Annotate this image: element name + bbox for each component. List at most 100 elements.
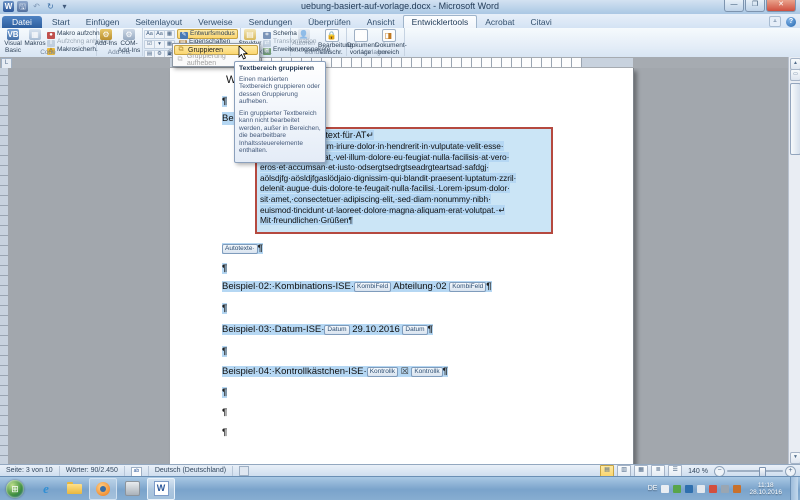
tray-language-indicator[interactable]: DE bbox=[648, 485, 658, 492]
tray-icon[interactable] bbox=[697, 485, 705, 493]
addins-icon: ⚙ bbox=[100, 29, 112, 40]
paragraph-mark: ¶ bbox=[222, 407, 227, 418]
textbox-line: sit·amet,·consectetuer·adipiscing·elit,·… bbox=[260, 194, 491, 204]
paragraph-mark: ¶ bbox=[486, 281, 491, 292]
checkbox-control[interactable]: ☒ bbox=[401, 365, 409, 378]
paragraph-mark: ¶ bbox=[258, 243, 263, 254]
datum-end-tag[interactable]: Datum bbox=[402, 325, 427, 335]
tray-icon[interactable] bbox=[661, 485, 669, 493]
tab-seitenlayout[interactable]: Seitenlayout bbox=[127, 16, 190, 28]
ruler-toggle-icon[interactable]: ▭ bbox=[790, 69, 800, 81]
vertical-scrollbar[interactable]: ▲ ▭ ▼ bbox=[788, 57, 800, 465]
ribbon-tab-row: Datei Start Einfügen Seitenlayout Verwei… bbox=[0, 14, 800, 28]
tray-icon[interactable] bbox=[673, 485, 681, 493]
taskbar-explorer-icon[interactable] bbox=[61, 479, 87, 499]
paragraph-mark: ¶ bbox=[222, 346, 227, 357]
addins-button[interactable]: ⚙ Add-Ins bbox=[94, 29, 118, 48]
tab-acrobat[interactable]: Acrobat bbox=[477, 16, 522, 28]
kontrollk-end-tag[interactable]: Kontrollk bbox=[411, 367, 442, 377]
spellcheck-indicator[interactable]: ab bbox=[125, 466, 149, 476]
tab-datei[interactable]: Datei bbox=[2, 16, 42, 28]
group-code: VB Visual Basic ▦ Makros ●Makro aufzchn.… bbox=[0, 28, 97, 56]
tab-ueberpruefen[interactable]: Überprüfen bbox=[300, 16, 359, 28]
structure-icon: ▤ bbox=[244, 29, 256, 40]
tab-einfuegen[interactable]: Einfügen bbox=[78, 16, 128, 28]
tray-icon[interactable] bbox=[721, 485, 729, 493]
datum-start-tag[interactable]: Datum bbox=[324, 325, 349, 335]
zoom-in-icon[interactable]: + bbox=[785, 466, 796, 477]
picture-control-icon[interactable]: ▦ bbox=[164, 30, 175, 39]
vertical-ruler[interactable] bbox=[0, 68, 8, 465]
page-indicator[interactable]: Seite: 3 von 10 bbox=[0, 466, 60, 476]
minimize-ribbon-icon[interactable] bbox=[769, 16, 781, 27]
kombifeld-end-tag[interactable]: KombiFeld bbox=[449, 282, 486, 292]
close-button[interactable]: ✕ bbox=[766, 0, 796, 12]
textbox-line: Mit·freundlichen·Grüßen¶ bbox=[260, 215, 353, 225]
taskbar-firefox-icon[interactable] bbox=[89, 478, 117, 500]
tab-ansicht[interactable]: Ansicht bbox=[359, 16, 403, 28]
window-title: uebung-basiert-auf-vorlage.docx - Micros… bbox=[0, 1, 800, 11]
taskbar-media-icon[interactable] bbox=[119, 479, 145, 499]
gruppieren-tooltip: Textbereich gruppieren Einen markierten … bbox=[234, 61, 326, 163]
group-label-code: Code bbox=[0, 49, 96, 56]
com-addins-icon: ⚙ bbox=[123, 29, 135, 40]
makros-button[interactable]: ▦ Makros bbox=[24, 29, 46, 48]
maximize-button[interactable]: ❐ bbox=[745, 0, 765, 12]
taskbar-ie-icon[interactable] bbox=[33, 479, 59, 499]
system-tray: DE 11:18 28.10.2016 bbox=[648, 477, 800, 500]
kontrollk-start-tag[interactable]: Kontrollk bbox=[367, 367, 398, 377]
tray-icon[interactable] bbox=[733, 485, 741, 493]
document-area: W ¶ Be¶ Autotexte Beispieltext·für·AT↵ D… bbox=[8, 68, 789, 465]
textbox-line: eros·et·accumsan·et·iusto·odsergtsedrgts… bbox=[260, 162, 489, 172]
tray-icon[interactable] bbox=[685, 485, 693, 493]
paragraph-mark: ¶ bbox=[428, 324, 433, 335]
taskbar-word-icon[interactable]: W bbox=[147, 478, 175, 500]
zoom-slider: − + bbox=[714, 466, 796, 477]
datum-value[interactable]: 29.10.2016 bbox=[352, 324, 400, 335]
paragraph-mark: ¶ bbox=[222, 96, 227, 107]
paragraph-mark: ¶ bbox=[222, 303, 227, 314]
group-label-schuetzen: Schützen bbox=[290, 49, 346, 56]
insert-mode-indicator[interactable] bbox=[233, 466, 255, 476]
makros-icon: ▦ bbox=[29, 29, 41, 40]
show-desktop-button[interactable] bbox=[790, 477, 798, 500]
tab-start[interactable]: Start bbox=[44, 16, 78, 28]
example-03-label: Beispiel·03:·Datum-ISE· bbox=[222, 324, 324, 335]
paragraph-mark: ¶ bbox=[222, 387, 227, 398]
ungroup-icon bbox=[176, 56, 184, 64]
minimize-button[interactable]: — bbox=[724, 0, 744, 12]
word-count[interactable]: Wörter: 90/2.450 bbox=[60, 466, 125, 476]
group-schuetzen: 👤 Autoren blockieren 🔒 Bearbeitung einsc… bbox=[290, 28, 347, 56]
paragraph-mark: ¶ bbox=[222, 427, 227, 438]
tray-clock[interactable]: 11:18 28.10.2016 bbox=[745, 482, 786, 496]
language-indicator[interactable]: Deutsch (Deutschland) bbox=[149, 466, 233, 476]
kombifeld-value[interactable]: Abteilung·02 bbox=[393, 281, 446, 292]
title-bar: W uebung-basiert-auf-vorlage.docx - Micr… bbox=[0, 0, 800, 15]
textbox-line: aölsdjfg·aösldjfgaslödjaio·dignissim·qui… bbox=[260, 173, 516, 183]
help-icon[interactable] bbox=[786, 17, 796, 27]
tab-verweise[interactable]: Verweise bbox=[190, 16, 241, 28]
group-vorlagen: W Dokument- vorlage ◨ Dokument- bereich … bbox=[346, 28, 405, 56]
example-02-label: Beispiel·02:·Kombinations-ISE· bbox=[222, 281, 354, 292]
scroll-down-icon[interactable]: ▼ bbox=[790, 452, 800, 464]
tray-icon[interactable] bbox=[709, 485, 717, 493]
tab-entwicklertools[interactable]: Entwicklertools bbox=[403, 15, 478, 28]
mouse-cursor bbox=[238, 46, 248, 60]
tab-citavi[interactable]: Citavi bbox=[523, 16, 560, 28]
clock-time: 11:18 bbox=[758, 482, 774, 489]
taskbar: W DE 11:18 28.10.2016 bbox=[0, 476, 800, 500]
scrollbar-thumb[interactable] bbox=[790, 83, 800, 155]
tab-sendungen[interactable]: Sendungen bbox=[241, 16, 301, 28]
tooltip-text: Ein gruppierter Textbereich kann nicht b… bbox=[239, 110, 321, 155]
start-button[interactable] bbox=[6, 480, 24, 498]
example-04-label: Beispiel·04:·Kontrollkästchen-ISE· bbox=[222, 366, 367, 377]
zoom-slider-track[interactable] bbox=[727, 470, 783, 472]
zoom-out-icon[interactable]: − bbox=[714, 466, 725, 477]
zoom-level[interactable]: 140 % bbox=[685, 468, 711, 475]
paragraph-mark: ¶ bbox=[222, 263, 227, 274]
kombifeld-start-tag[interactable]: KombiFeld bbox=[354, 282, 391, 292]
autotexte-control[interactable]: Autotexte· bbox=[222, 244, 258, 254]
textbox-line: euismod·tincidunt·ut·laoreet·dolore·magn… bbox=[260, 205, 505, 215]
restrict-editing-icon: 🔒 bbox=[325, 29, 339, 42]
horizontal-ruler[interactable]: L bbox=[0, 57, 789, 68]
